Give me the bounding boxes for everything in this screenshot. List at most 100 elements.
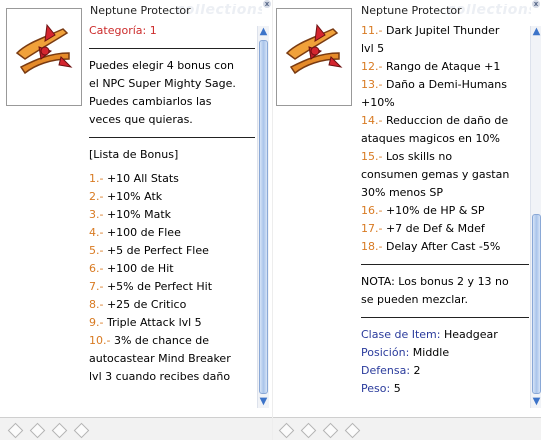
bonus-number: 3.- bbox=[89, 208, 104, 221]
close-icon[interactable]: x bbox=[532, 0, 540, 8]
note-line: NOTA: Los bonus 2 y 13 no bbox=[361, 275, 509, 288]
divider bbox=[361, 317, 529, 318]
bonus-text: Delay After Cast -5% bbox=[385, 240, 501, 253]
bonus-text: Dark Jupitel Thunder bbox=[385, 24, 500, 37]
close-icon[interactable]: x bbox=[263, 0, 271, 8]
scroll-up-arrow-icon[interactable]: ▲ bbox=[258, 26, 269, 38]
bonus-line: ataques magicos en 10% bbox=[361, 130, 529, 148]
bonus-number: 5.- bbox=[89, 244, 104, 257]
bonus-number: 1.- bbox=[89, 172, 104, 185]
bonus-text: ataques magicos en 10% bbox=[361, 132, 500, 145]
bonus-number: 6.- bbox=[89, 262, 104, 275]
card-slot bbox=[278, 422, 295, 439]
bonus-line: +10% bbox=[361, 94, 529, 112]
description-line: el NPC Super Mighty Sage. bbox=[89, 77, 236, 90]
bonus-number: 7.- bbox=[89, 280, 104, 293]
bonus-line: 6.- +100 de Hit bbox=[89, 260, 255, 278]
card-slot bbox=[29, 422, 46, 439]
property-label: Peso: bbox=[361, 382, 391, 395]
bonus-line: consumen gemas y gastan bbox=[361, 166, 529, 184]
property-value: 2 bbox=[413, 364, 421, 377]
bonus-list: 1.- +10 All Stats 2.- +10% Atk 3.- +10% Ma… bbox=[89, 170, 255, 386]
bonus-number: 12.- bbox=[361, 60, 383, 73]
bonus-line: 2.- +10% Atk bbox=[89, 188, 255, 206]
bonus-number: 4.- bbox=[89, 226, 104, 239]
bonus-line: 9.- Triple Attack lvl 5 bbox=[89, 314, 255, 332]
bonus-line: 13.- Daño a Demi-Humans bbox=[361, 76, 529, 94]
item-description-window-right: collections Neptune Protector 11.- Dark … bbox=[273, 0, 541, 440]
bonus-line: 1.- +10 All Stats bbox=[89, 170, 255, 188]
bonus-text: Triple Attack lvl 5 bbox=[106, 316, 202, 329]
category-label: Categoría: 1 bbox=[89, 24, 157, 37]
window-title-bar[interactable]: collections Neptune Protector bbox=[361, 4, 531, 20]
item-image bbox=[6, 8, 82, 106]
bonus-text: +100 de Flee bbox=[106, 226, 181, 239]
bonus-text: 30% menos SP bbox=[361, 186, 443, 199]
bonus-number: 2.- bbox=[89, 190, 104, 203]
divider bbox=[89, 48, 255, 49]
item-description-window-left: collections Neptune Protector x Categorí… bbox=[0, 0, 272, 440]
item-name: Neptune Protector bbox=[361, 4, 462, 17]
bonus-text: +10% bbox=[361, 96, 395, 109]
bonus-text: +10% de HP & SP bbox=[385, 204, 485, 217]
neptune-protector-icon bbox=[15, 23, 73, 75]
card-slot bbox=[300, 422, 317, 439]
bonus-number: 9.- bbox=[89, 316, 104, 329]
scrollbar[interactable]: ▲ ▼ bbox=[530, 26, 541, 408]
item-properties: Clase de Item: Headgear Posición: Middle D… bbox=[361, 326, 529, 398]
bonus-line: 4.- +100 de Flee bbox=[89, 224, 255, 242]
bonus-text: Daño a Demi-Humans bbox=[385, 78, 507, 91]
bonus-line: 12.- Rango de Ataque +1 bbox=[361, 58, 529, 76]
scrollbar-thumb[interactable] bbox=[532, 214, 541, 394]
scrollbar-thumb[interactable] bbox=[259, 40, 268, 394]
note-line: se pueden mezclar. bbox=[361, 293, 469, 306]
bonus-text: +5 de Perfect Flee bbox=[106, 244, 209, 257]
property-value: 5 bbox=[393, 382, 401, 395]
bonus-list: 11.- Dark Jupitel Thunder lvl 5 12.- Rango… bbox=[361, 22, 529, 256]
description-content: 11.- Dark Jupitel Thunder lvl 5 12.- Rango… bbox=[361, 22, 529, 402]
divider bbox=[361, 264, 529, 265]
bonus-text: Rango de Ataque +1 bbox=[385, 60, 501, 73]
scroll-down-arrow-icon[interactable]: ▼ bbox=[531, 396, 541, 408]
scrollbar[interactable]: ▲ ▼ bbox=[257, 26, 269, 408]
bonus-line: 18.- Delay After Cast -5% bbox=[361, 238, 529, 256]
item-name: Neptune Protector bbox=[90, 4, 191, 17]
bonus-line: 16.- +10% de HP & SP bbox=[361, 202, 529, 220]
bonus-line: 10.- 3% de chance de bbox=[89, 332, 255, 350]
bonus-line: lvl 5 bbox=[361, 40, 529, 58]
description-text: Puedes elegir 4 bonus con el NPC Super M… bbox=[89, 57, 255, 129]
bonus-text: +25 de Critico bbox=[106, 298, 187, 311]
bonus-text: Los skills no bbox=[385, 150, 453, 163]
bonus-text: consumen gemas y gastan bbox=[361, 168, 510, 181]
card-slot bbox=[73, 422, 90, 439]
divider bbox=[89, 137, 255, 138]
bonus-line: 5.- +5 de Perfect Flee bbox=[89, 242, 255, 260]
bonus-number: 17.- bbox=[361, 222, 383, 235]
bonus-line: 15.- Los skills no bbox=[361, 148, 529, 166]
bonus-text: Reduccion de daño de bbox=[385, 114, 509, 127]
scroll-down-arrow-icon[interactable]: ▼ bbox=[258, 396, 269, 408]
scroll-up-arrow-icon[interactable]: ▲ bbox=[531, 26, 541, 38]
bonus-number: 13.- bbox=[361, 78, 383, 91]
bonus-line: autocastear Mind Breaker bbox=[89, 350, 255, 368]
card-slot bbox=[344, 422, 361, 439]
description-line: Puedes elegir 4 bonus con bbox=[89, 59, 234, 72]
property-row: Posición: Middle bbox=[361, 344, 529, 362]
bonus-number: 14.- bbox=[361, 114, 383, 127]
bonus-line: lvl 3 cuando recibes daño bbox=[89, 368, 255, 386]
bonus-text: +10% Matk bbox=[106, 208, 172, 221]
card-slot bbox=[322, 422, 339, 439]
bonus-number: 10.- bbox=[89, 334, 111, 347]
bonus-list-header: [Lista de Bonus] bbox=[89, 148, 179, 161]
neptune-protector-icon bbox=[285, 23, 343, 75]
bonus-text: +5% de Perfect Hit bbox=[106, 280, 213, 293]
bonus-number: 8.- bbox=[89, 298, 104, 311]
card-slot bbox=[7, 422, 24, 439]
note-text: NOTA: Los bonus 2 y 13 no se pueden mezc… bbox=[361, 273, 529, 309]
bonus-text: +100 de Hit bbox=[106, 262, 174, 275]
property-value: Headgear bbox=[443, 328, 498, 341]
window-title-bar[interactable]: collections Neptune Protector bbox=[90, 4, 262, 20]
property-label: Defensa: bbox=[361, 364, 411, 377]
property-row: Defensa: 2 bbox=[361, 362, 529, 380]
bonus-text: autocastear Mind Breaker bbox=[89, 352, 231, 365]
